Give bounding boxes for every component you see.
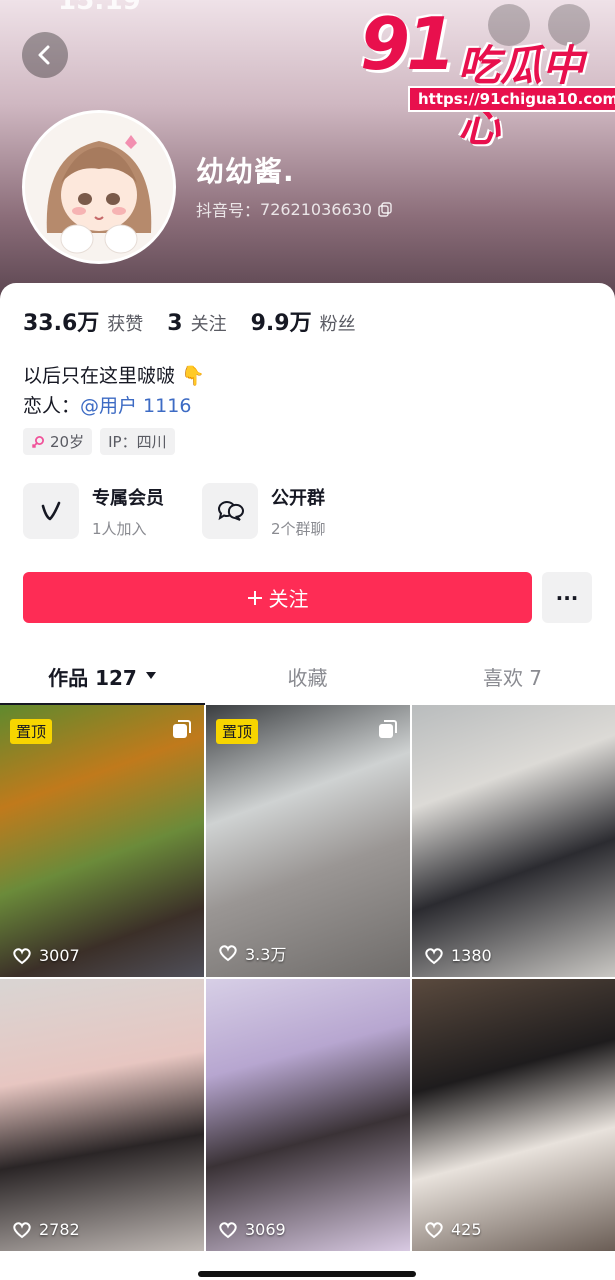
like-count-value: 3.3万 bbox=[245, 945, 287, 964]
back-button[interactable] bbox=[22, 32, 68, 78]
vip-icon bbox=[23, 483, 79, 539]
tab-label: 作品 127 bbox=[48, 665, 137, 690]
avatar[interactable] bbox=[22, 110, 176, 264]
heart-icon bbox=[13, 1221, 31, 1238]
like-count: 425 bbox=[424, 1220, 482, 1239]
ip-text: IP：四川 bbox=[108, 433, 167, 451]
tab-works[interactable]: 作品 127 bbox=[0, 649, 205, 705]
video-grid: 置顶 3007 置顶 3.3万 1380 2782 3069 425 bbox=[0, 705, 615, 1251]
douyin-id-label: 抖音号： bbox=[196, 201, 261, 220]
profile-header: 15:19 幼幼酱. 抖音号： 72621036630 91 吃瓜中心 http… bbox=[0, 0, 615, 300]
douyin-id-value: 72621036630 bbox=[260, 199, 372, 219]
feature-vip[interactable]: 专属会员 1人加入 bbox=[23, 483, 164, 539]
feature-group[interactable]: 公开群 2个群聊 bbox=[202, 483, 326, 539]
heart-icon bbox=[219, 1221, 237, 1238]
heart-icon bbox=[219, 945, 237, 962]
avatar-illustration bbox=[25, 113, 173, 261]
stat-value: 9.9万 bbox=[250, 311, 312, 336]
content-tabs: 作品 127 收藏 喜欢 7 bbox=[0, 649, 615, 705]
stat-following[interactable]: 3 关注 bbox=[167, 310, 226, 336]
multi-image-icon bbox=[379, 720, 397, 738]
caret-down-icon bbox=[145, 672, 156, 679]
like-count-value: 425 bbox=[451, 1220, 482, 1239]
heart-icon bbox=[13, 947, 31, 964]
heart-icon bbox=[425, 947, 443, 964]
feature-title: 专属会员 bbox=[92, 487, 164, 509]
stat-label: 获赞 bbox=[107, 314, 144, 335]
stats-row: 33.6万 获赞 3 关注 9.9万 粉丝 bbox=[23, 305, 380, 337]
stat-followers[interactable]: 9.9万 粉丝 bbox=[251, 305, 356, 337]
douyin-id[interactable]: 抖音号： 72621036630 bbox=[196, 197, 393, 221]
like-count-value: 3069 bbox=[245, 1220, 286, 1239]
feature-subtitle: 1人加入 bbox=[92, 519, 147, 538]
stat-label: 粉丝 bbox=[319, 314, 356, 335]
video-thumbnail[interactable]: 置顶 3007 bbox=[0, 705, 204, 977]
features-row: 专属会员 1人加入 公开群 2个群聊 bbox=[23, 483, 326, 539]
lover-link[interactable]: @用户 1116 bbox=[80, 395, 191, 417]
multi-image-icon bbox=[173, 720, 191, 738]
tab-label: 收藏 bbox=[287, 665, 328, 690]
follow-label: 关注 bbox=[268, 587, 309, 611]
plus-icon bbox=[247, 590, 262, 605]
nickname: 幼幼酱. bbox=[196, 155, 295, 188]
like-count-value: 2782 bbox=[39, 1220, 80, 1239]
watermark-url: https://91chigua10.com bbox=[408, 86, 615, 112]
lover-line: 恋人：@用户 1116 bbox=[23, 391, 191, 418]
profile-card: 33.6万 获赞 3 关注 9.9万 粉丝 以后只在这里啵啵 👇 恋人：@用户 … bbox=[0, 283, 615, 705]
feature-title: 公开群 bbox=[271, 487, 325, 509]
status-time: 15:19 bbox=[58, 0, 141, 16]
stat-label: 关注 bbox=[190, 314, 227, 335]
stat-value: 3 bbox=[167, 311, 183, 336]
like-count: 2782 bbox=[12, 1220, 80, 1239]
video-thumbnail[interactable]: 1380 bbox=[412, 705, 615, 977]
stat-value: 33.6万 bbox=[23, 311, 100, 336]
copy-icon[interactable] bbox=[378, 201, 393, 217]
watermark-logo: 91 吃瓜中心 https://91chigua10.com bbox=[360, 2, 615, 151]
video-thumbnail[interactable]: 3069 bbox=[206, 979, 410, 1251]
group-chat-icon bbox=[202, 483, 258, 539]
more-options-button[interactable]: ··· bbox=[542, 572, 592, 623]
video-thumbnail[interactable]: 2782 bbox=[0, 979, 204, 1251]
bio-text: 以后只在这里啵啵 👇 bbox=[23, 365, 205, 387]
video-thumbnail[interactable]: 425 bbox=[412, 979, 615, 1251]
like-count-value: 1380 bbox=[451, 946, 492, 965]
pin-badge: 置顶 bbox=[10, 719, 53, 744]
pin-badge: 置顶 bbox=[216, 719, 259, 744]
female-icon bbox=[31, 435, 44, 448]
age-tag: 20岁 bbox=[23, 428, 93, 455]
lover-label: 恋人： bbox=[23, 395, 81, 417]
tab-favorites[interactable]: 收藏 bbox=[205, 649, 410, 703]
ip-tag: IP：四川 bbox=[100, 428, 175, 455]
tab-likes[interactable]: 喜欢 7 bbox=[410, 649, 615, 703]
video-thumbnail[interactable]: 置顶 3.3万 bbox=[206, 705, 410, 977]
tab-label: 喜欢 7 bbox=[482, 665, 543, 690]
watermark-number: 91 bbox=[360, 2, 456, 86]
like-count: 3069 bbox=[218, 1220, 286, 1239]
like-count: 1380 bbox=[424, 946, 492, 965]
tags-row: 20岁 IP：四川 bbox=[23, 428, 175, 455]
like-count: 3007 bbox=[12, 946, 80, 965]
feature-subtitle: 2个群聊 bbox=[271, 519, 326, 538]
chevron-left-icon bbox=[38, 45, 50, 65]
like-count: 3.3万 bbox=[218, 941, 286, 965]
follow-button[interactable]: 关注 bbox=[23, 572, 532, 623]
heart-icon bbox=[425, 1221, 443, 1238]
like-count-value: 3007 bbox=[39, 946, 80, 965]
age-text: 20岁 bbox=[50, 433, 85, 451]
stat-likes[interactable]: 33.6万 获赞 bbox=[23, 305, 143, 337]
home-indicator[interactable] bbox=[198, 1271, 416, 1277]
